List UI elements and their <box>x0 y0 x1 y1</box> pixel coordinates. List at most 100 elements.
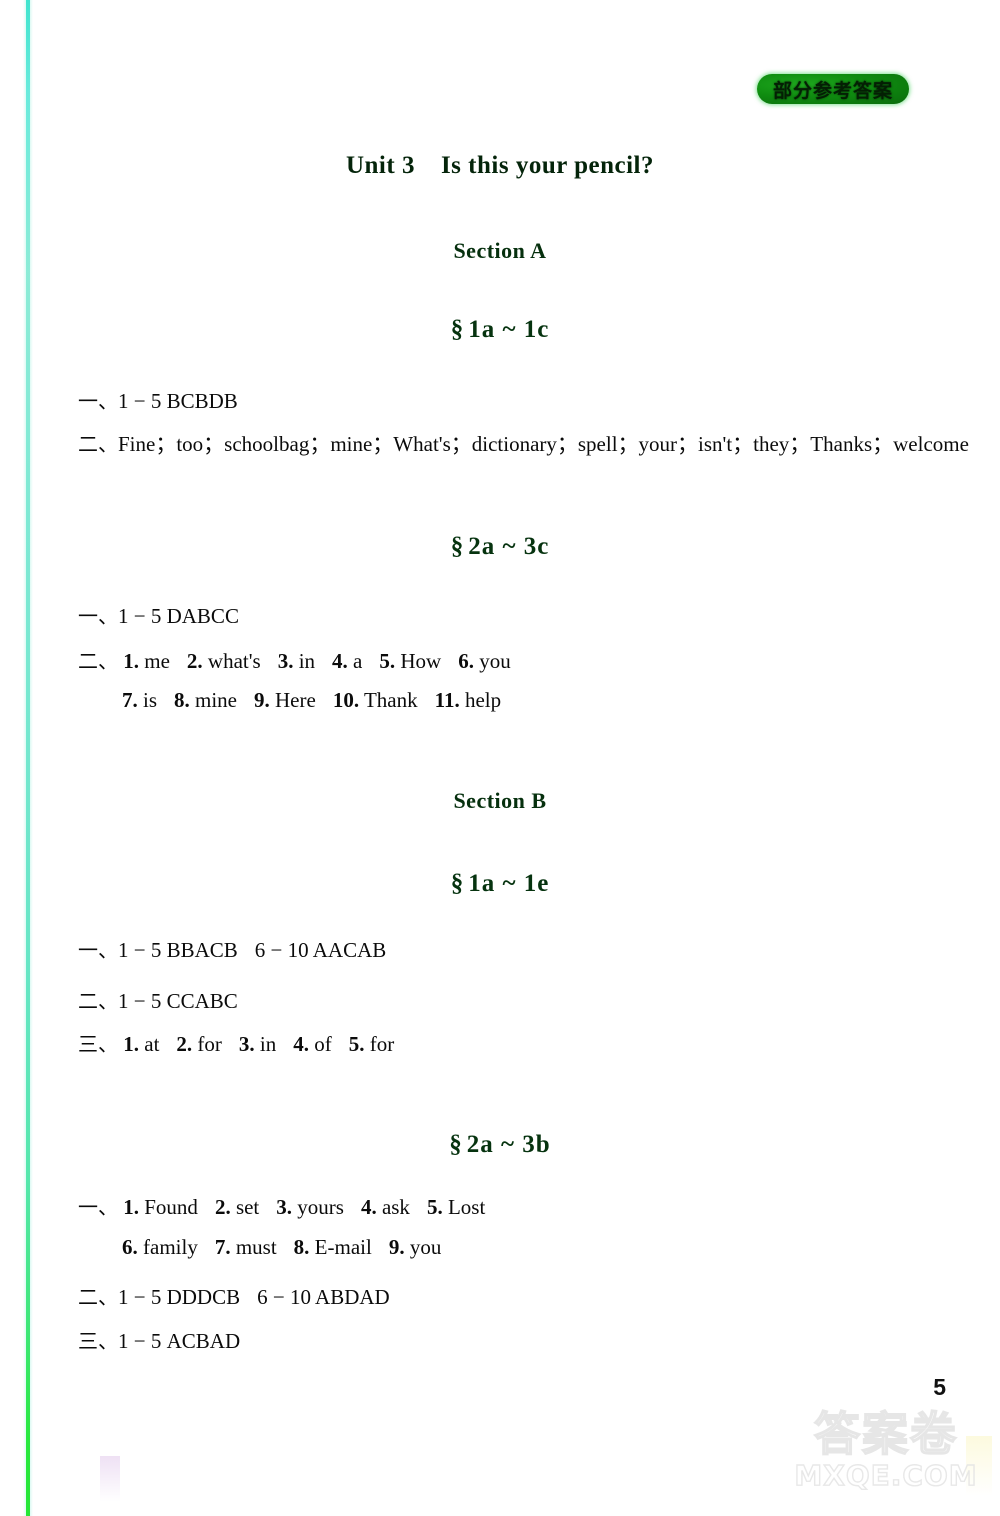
answer-line: 一、1 − 5 BCBDB <box>78 385 238 414</box>
item-number: 10. <box>332 688 360 712</box>
part-heading-b-1a-1e: § 1a ~ 1e <box>0 870 1000 898</box>
item-answer: for <box>369 1032 395 1056</box>
item-number: 11. <box>434 688 460 712</box>
site-watermark: 答案卷 MXQE.COM <box>786 1407 986 1508</box>
answer-line: 三、 1. at 2. for 3. in 4. of 5. for <box>78 1028 394 1057</box>
part-heading-b-2a-3b: § 2a ~ 3b <box>0 1131 1000 1159</box>
item-number: 1. <box>123 1032 139 1056</box>
item-answer: me <box>144 649 170 673</box>
answer-line: 二、Fine；too；schoolbag；mine；What's；diction… <box>78 428 969 458</box>
answer-line: 一、1 − 5 DABCC <box>78 600 239 629</box>
item-answer: of <box>314 1032 332 1056</box>
item-number: 1. <box>123 649 139 673</box>
section-heading-b: Section B <box>453 788 547 813</box>
answer-text-secondary: 6 − 10 ABDAD <box>257 1285 390 1309</box>
part-range-b-2: 2a ~ 3b <box>466 1131 551 1158</box>
part-heading-a-1a-1c: § 1a ~ 1c <box>0 316 1000 344</box>
item-answer: in <box>259 1032 277 1056</box>
item-answer: set <box>235 1195 260 1219</box>
answer-line: 6. family 7. must 8. E-mail 9. you <box>122 1235 441 1260</box>
answer-text: 1 − 5 CCABC <box>118 989 238 1013</box>
item-number: 2. <box>186 649 203 673</box>
answer-line: 二、1 − 5 DDDCB 6 − 10 ABDAD <box>78 1281 390 1310</box>
scan-artifact-left <box>100 1456 120 1502</box>
answer-key-stamp-label: 部分参考答案 <box>772 79 893 102</box>
item-answer: E-mail <box>314 1235 372 1259</box>
list-marker: 二、 <box>78 432 118 456</box>
list-marker: 二、 <box>78 989 118 1013</box>
item-number: 7. <box>122 688 138 712</box>
answer-line: 三、1 − 5 ACBAD <box>78 1325 240 1354</box>
list-marker: 一、 <box>78 604 118 628</box>
page-number: 5 <box>933 1374 946 1400</box>
answer-line: 二、 1. me 2. what's 3. in 4. a 5. How 6. you <box>78 645 511 674</box>
list-marker: 三、 <box>78 1329 118 1353</box>
answer-line: 一、1 − 5 BBACB 6 − 10 AACAB <box>78 934 386 963</box>
answer-line: 二、1 − 5 CCABC <box>78 985 238 1014</box>
section-symbol-icon: § <box>450 870 465 897</box>
answer-text: 1 − 5 BCBDB <box>118 389 238 413</box>
answer-text: 1 − 5 ACBAD <box>118 1329 241 1353</box>
item-answer: yours <box>297 1195 344 1219</box>
item-number: 1. <box>123 1195 139 1219</box>
section-heading-a: Section A <box>453 238 547 263</box>
answer-text-secondary: 6 − 10 AACAB <box>254 938 387 962</box>
item-number: 5. <box>426 1195 443 1219</box>
section-symbol-icon: § <box>450 533 465 560</box>
numbered-answer-group: 6. family 7. must 8. E-mail 9. you <box>122 1235 441 1259</box>
part-range-a-2: 2a ~ 3c <box>468 533 550 560</box>
item-answer: you <box>409 1235 442 1259</box>
list-marker: 二、 <box>78 649 118 673</box>
item-number: 5. <box>379 649 396 673</box>
item-number: 9. <box>388 1235 405 1259</box>
item-number: 4. <box>360 1195 377 1219</box>
item-number: 3. <box>277 649 294 673</box>
numbered-answer-group: 1. me 2. what's 3. in 4. a 5. How 6. you <box>118 649 510 673</box>
item-answer: Found <box>144 1195 198 1219</box>
item-number: 6. <box>458 649 474 673</box>
numbered-answer-group: 7. is 8. mine 9. Here 10. Thank 11. help <box>122 688 501 712</box>
item-number: 9. <box>254 688 270 712</box>
numbered-answer-group: 1. at 2. for 3. in 4. of 5. for <box>118 1032 394 1056</box>
answer-line: 一、 1. Found 2. set 3. yours 4. ask 5. Lost <box>78 1191 485 1220</box>
item-number: 4. <box>293 1032 309 1056</box>
item-number: 4. <box>332 649 348 673</box>
answer-line: 7. is 8. mine 9. Here 10. Thank 11. help <box>122 688 501 713</box>
answer-text: Fine；too；schoolbag；mine；What's；dictionar… <box>118 432 969 456</box>
answer-key-page: 部分参考答案 Unit 3 Is this your pencil? Sectio… <box>0 0 1000 1516</box>
item-answer: Lost <box>447 1195 486 1219</box>
item-answer: Thank <box>363 688 418 712</box>
numbered-answer-group: 1. Found 2. set 3. yours 4. ask 5. Lost <box>118 1195 485 1219</box>
item-number: 5. <box>348 1032 365 1056</box>
item-answer: for <box>197 1032 222 1056</box>
item-answer: at <box>144 1032 160 1056</box>
answer-text: 1 − 5 DABCC <box>118 604 239 628</box>
item-answer: help <box>464 688 502 712</box>
section-symbol-icon: § <box>450 316 465 343</box>
item-number: 3. <box>238 1032 255 1056</box>
part-range-a-1: 1a ~ 1c <box>468 316 550 343</box>
list-marker: 一、 <box>78 938 118 962</box>
item-answer: How <box>400 649 442 673</box>
part-range-b-1: 1a ~ 1e <box>468 870 550 897</box>
item-number: 2. <box>214 1195 231 1219</box>
item-number: 8. <box>293 1235 310 1259</box>
item-number: 2. <box>176 1032 193 1056</box>
answer-key-stamp: 部分参考答案 <box>757 74 909 104</box>
answer-text: 1 − 5 DDDCB <box>118 1285 241 1309</box>
item-answer: in <box>298 649 316 673</box>
item-answer: mine <box>195 688 238 712</box>
item-answer: is <box>143 688 158 712</box>
list-marker: 一、 <box>78 389 118 413</box>
item-number: 3. <box>276 1195 293 1219</box>
list-marker: 一、 <box>78 1195 118 1219</box>
unit-number: Unit 3 <box>345 152 415 179</box>
item-answer: must <box>235 1235 277 1259</box>
watermark-url-text: MXQE.COM <box>794 1459 978 1492</box>
item-answer: family <box>143 1235 198 1259</box>
item-number: 6. <box>122 1235 138 1259</box>
unit-title-text: Is this your pencil? <box>440 152 655 179</box>
item-answer: Here <box>275 688 316 712</box>
item-number: 7. <box>214 1235 231 1259</box>
item-answer: ask <box>381 1195 410 1219</box>
